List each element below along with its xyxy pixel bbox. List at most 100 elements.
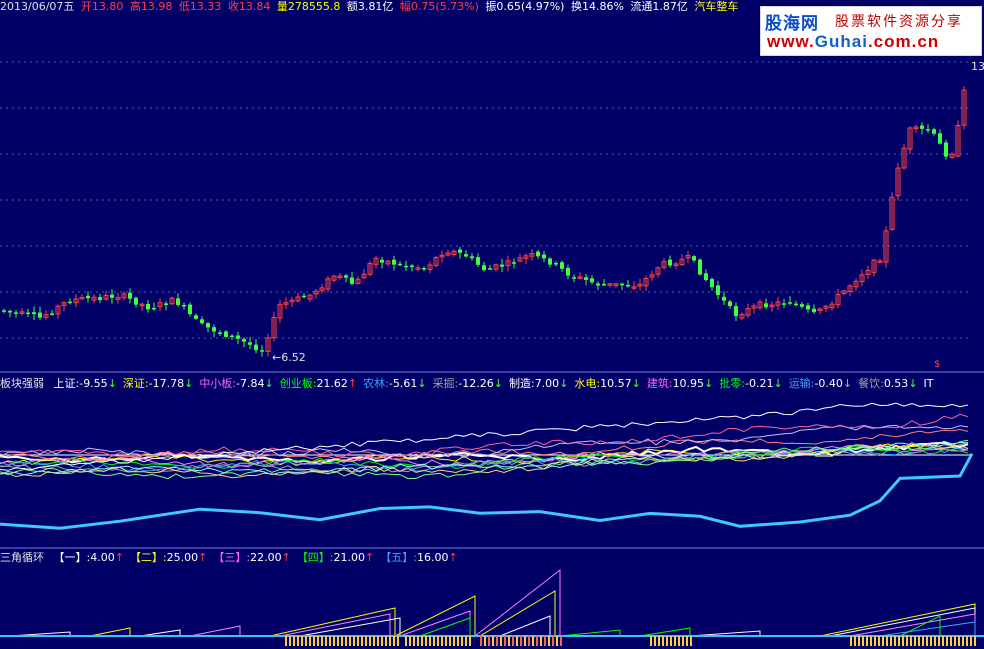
signal-tick	[341, 636, 343, 646]
signal-tick	[433, 636, 435, 646]
signal-marker: $	[934, 359, 941, 370]
signal-tick	[337, 636, 339, 646]
signal-tick	[528, 636, 530, 646]
candle-body	[704, 273, 708, 280]
candle-body	[398, 263, 402, 266]
candle-body	[2, 310, 6, 312]
candle-body	[812, 308, 816, 313]
candle-body	[86, 295, 90, 299]
signal-tick	[453, 636, 455, 646]
candle-body	[422, 268, 426, 270]
candle-body	[236, 335, 240, 339]
signal-tick	[524, 636, 526, 646]
candle-body	[392, 259, 396, 265]
price-low-label: ←6.52	[272, 351, 306, 364]
candle-body	[488, 268, 492, 270]
candle-body	[782, 303, 786, 305]
sector-strength-bar: 板块强弱 上证:-9.55↓ 深证:-17.78↓ 中小板:-7.84↓ 创业板:21…	[0, 377, 984, 391]
candle-body	[548, 258, 552, 265]
candle-body	[380, 259, 384, 263]
candle-body	[584, 277, 588, 280]
sector-item-label: 建筑:	[646, 377, 673, 390]
candle-body	[188, 304, 192, 315]
candle-body	[218, 332, 222, 334]
sector-item-label: 制造:	[508, 377, 535, 390]
signal-tick	[357, 636, 359, 646]
signal-tick	[930, 636, 932, 646]
signal-tick	[389, 636, 391, 646]
candle-body	[464, 254, 468, 257]
triangle-item: 【四】:21.00↑	[297, 551, 374, 564]
candle-body	[476, 257, 480, 265]
sector-item-value: -0.40	[814, 377, 843, 390]
triangle-item-label: 【三】:	[213, 551, 251, 564]
candle-body	[302, 295, 306, 298]
arrow-down-icon: ↓	[559, 377, 569, 390]
sector-item-label: 深证:	[122, 377, 149, 390]
triangle-item: 【三】:22.00↑	[213, 551, 290, 564]
signal-tick	[902, 636, 904, 646]
signal-tick	[293, 636, 295, 646]
candle-body	[716, 285, 720, 295]
triangle-shape	[399, 610, 471, 637]
signal-tick	[910, 636, 912, 646]
signal-tick	[413, 636, 415, 646]
triangle-item-value: 4.00	[90, 551, 115, 564]
candle-body	[800, 304, 804, 307]
signal-tick	[544, 636, 546, 646]
signal-tick	[942, 636, 944, 646]
signal-tick	[926, 636, 928, 646]
signal-tick	[946, 636, 948, 646]
triangle-shape	[474, 568, 561, 637]
signal-tick	[552, 636, 554, 646]
triangle-item-value: 25.00	[166, 551, 199, 564]
sector-item: 深证:-17.78↓	[123, 377, 193, 390]
signal-tick	[488, 636, 490, 646]
signal-tick	[918, 636, 920, 646]
triangle-cycle-lines	[9, 568, 976, 637]
signal-tick	[369, 636, 371, 646]
signal-tick	[650, 636, 652, 646]
candle-body	[242, 338, 246, 342]
sector-item: 上证:-9.55↓	[54, 377, 117, 390]
candle-body	[248, 342, 252, 345]
signal-tick	[512, 636, 514, 646]
signal-tick	[385, 636, 387, 646]
sector-item-value: -5.61	[388, 377, 418, 390]
candle-body	[560, 262, 564, 269]
signal-tick	[934, 636, 936, 646]
candle-body	[542, 254, 546, 259]
signal-tick	[654, 636, 656, 646]
signal-tick	[504, 636, 506, 646]
signal-tick	[958, 636, 960, 646]
signal-tick	[397, 636, 399, 646]
signal-tick	[520, 636, 522, 646]
signal-tick	[333, 636, 335, 646]
signal-tick	[658, 636, 660, 646]
sector-strength-lines	[0, 402, 974, 530]
sector-item-value: -9.55	[79, 377, 108, 390]
candle-body	[482, 265, 486, 271]
sector-item: 运输:-0.40↓	[789, 377, 852, 390]
signal-tick	[305, 636, 307, 646]
sector-item: 建筑:10.95↓	[647, 377, 713, 390]
signal-tick	[405, 636, 407, 646]
candle-body	[620, 283, 624, 286]
signal-tick	[508, 636, 510, 646]
signal-tick	[329, 636, 331, 646]
signal-tick	[393, 636, 395, 646]
signal-tick	[666, 636, 668, 646]
candle-body	[14, 312, 18, 314]
signal-tick	[496, 636, 498, 646]
sector-item-value: -12.26	[458, 377, 494, 390]
triangle-item-label: 【一】:	[53, 551, 91, 564]
candle-body	[230, 335, 234, 338]
sector-item-label: 创业板:	[279, 377, 317, 390]
sector-item-value: 10.57	[600, 377, 632, 390]
signal-tick	[862, 636, 864, 646]
sector-line	[0, 442, 969, 479]
candle-body	[536, 251, 540, 257]
candlestick-series	[2, 86, 967, 357]
arrow-down-icon: ↓	[842, 377, 853, 390]
triangle-item: 【二】:25.00↑	[130, 551, 207, 564]
